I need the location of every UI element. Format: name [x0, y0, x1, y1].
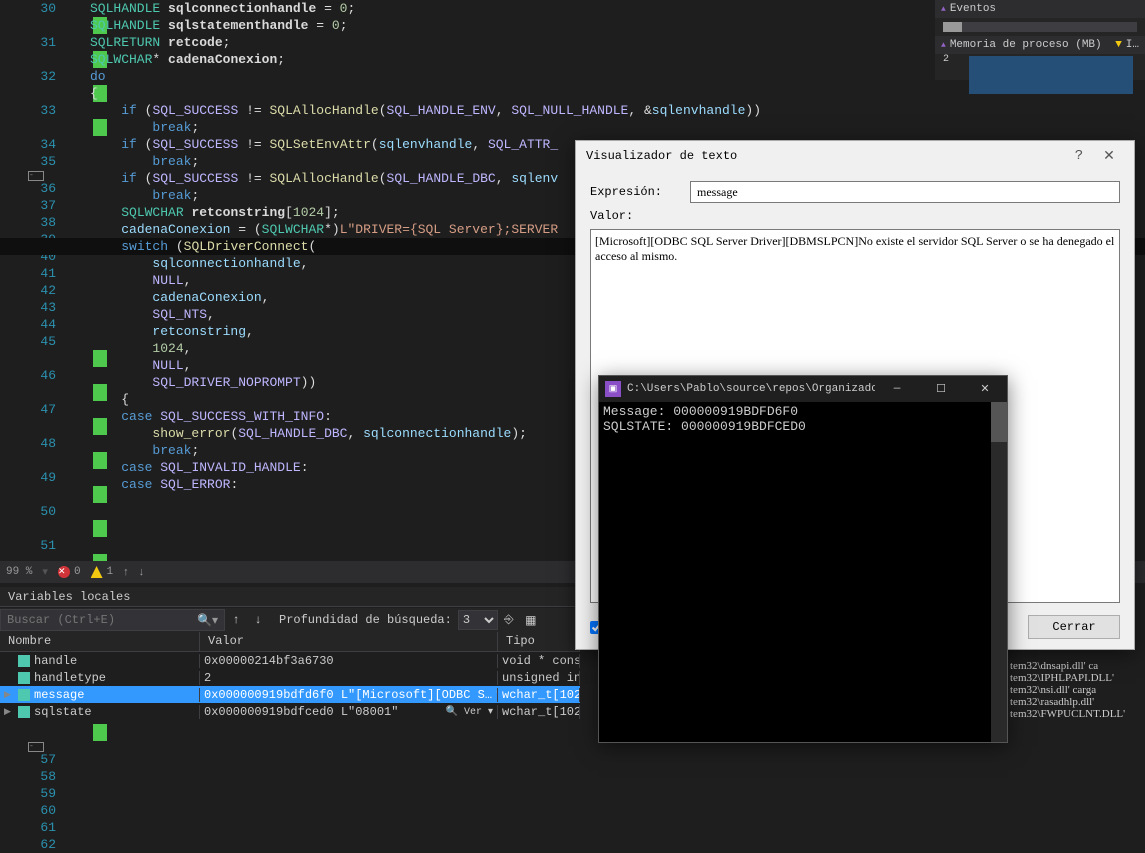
memory-chart	[969, 56, 1133, 94]
close-window-icon[interactable]: ✕	[963, 376, 1007, 402]
help-icon[interactable]: ?	[1064, 148, 1094, 164]
zoom-level[interactable]: 99 %	[6, 566, 32, 578]
locals-grid[interactable]: Nombre Valor Tipo handle0x00000214bf3a67…	[0, 632, 580, 720]
mem-y-tick: 2	[935, 54, 949, 94]
events-bar	[943, 22, 1137, 32]
expression-input[interactable]	[690, 181, 1120, 203]
code-line[interactable]: break;	[90, 119, 1145, 136]
col-value[interactable]: Valor	[200, 632, 498, 651]
table-row[interactable]: handle0x00000214bf3a6730void * const &	[0, 652, 580, 669]
visualizer-icon[interactable]: 🔍 Ver ▾	[446, 706, 493, 718]
console-scrollbar[interactable]	[991, 402, 1007, 742]
console-output[interactable]: Message: 000000919BDFD6F0 SQLSTATE: 0000…	[599, 402, 1007, 742]
value-label: Valor:	[590, 209, 680, 223]
close-button[interactable]: Cerrar	[1028, 615, 1120, 639]
depth-select[interactable]: 3	[458, 610, 498, 630]
tool-icon-2[interactable]: ▦	[520, 609, 542, 631]
table-row[interactable]: ▶ message0x000000919bdfd6f0 L"[Microsoft…	[0, 686, 580, 703]
locals-search-row: 🔍▾ ↑ ↓ Profundidad de búsqueda: 3 ⎆ ▦	[0, 608, 580, 632]
search-icon[interactable]: 🔍▾	[197, 613, 218, 628]
diagnostic-panel: Eventos Memoria de proceso (MB) ▼ I… 2	[935, 0, 1145, 80]
table-row[interactable]: ▶ sqlstate0x000000919bdfced0 L"08001"🔍 V…	[0, 703, 580, 720]
locals-panel-title: Variables locales	[0, 587, 580, 607]
close-icon[interactable]: ✕	[1094, 148, 1124, 165]
events-header[interactable]: Eventos	[935, 0, 1145, 18]
memory-header[interactable]: Memoria de proceso (MB) ▼ I…	[935, 36, 1145, 54]
maximize-icon[interactable]: ☐	[919, 376, 963, 402]
tool-icon-1[interactable]: ⎆	[498, 609, 520, 631]
code-line[interactable]: if (SQL_SUCCESS != SQLAllocHandle(SQL_HA…	[90, 102, 1145, 119]
expression-label: Expresión:	[590, 185, 680, 199]
console-app-icon: ▣	[605, 381, 621, 397]
search-next-icon[interactable]: ↓	[247, 609, 269, 631]
depth-label: Profundidad de búsqueda:	[279, 613, 452, 627]
col-type[interactable]: Tipo	[498, 632, 580, 651]
minimize-icon[interactable]: —	[875, 376, 919, 402]
warning-count[interactable]: 1	[91, 566, 114, 578]
nav-down-icon[interactable]: ↓	[139, 566, 145, 578]
col-name[interactable]: Nombre	[0, 632, 200, 651]
table-row[interactable]: handletype2unsigned int	[0, 669, 580, 686]
dialog-title: Visualizador de texto	[586, 149, 737, 163]
console-window: ▣ C:\Users\Pablo\source\repos\Organizado…	[598, 375, 1008, 743]
nav-up-icon[interactable]: ↑	[123, 566, 129, 578]
console-title: C:\Users\Pablo\source\repos\OrganizadorP…	[627, 383, 875, 395]
error-count[interactable]: ✕0	[58, 566, 81, 578]
search-prev-icon[interactable]: ↑	[225, 609, 247, 631]
output-fragment: tem32\dnsapi.dll' ca tem32\IPHLPAPI.DLL'…	[1010, 660, 1145, 720]
locals-search-input[interactable]: 🔍▾	[0, 609, 225, 631]
